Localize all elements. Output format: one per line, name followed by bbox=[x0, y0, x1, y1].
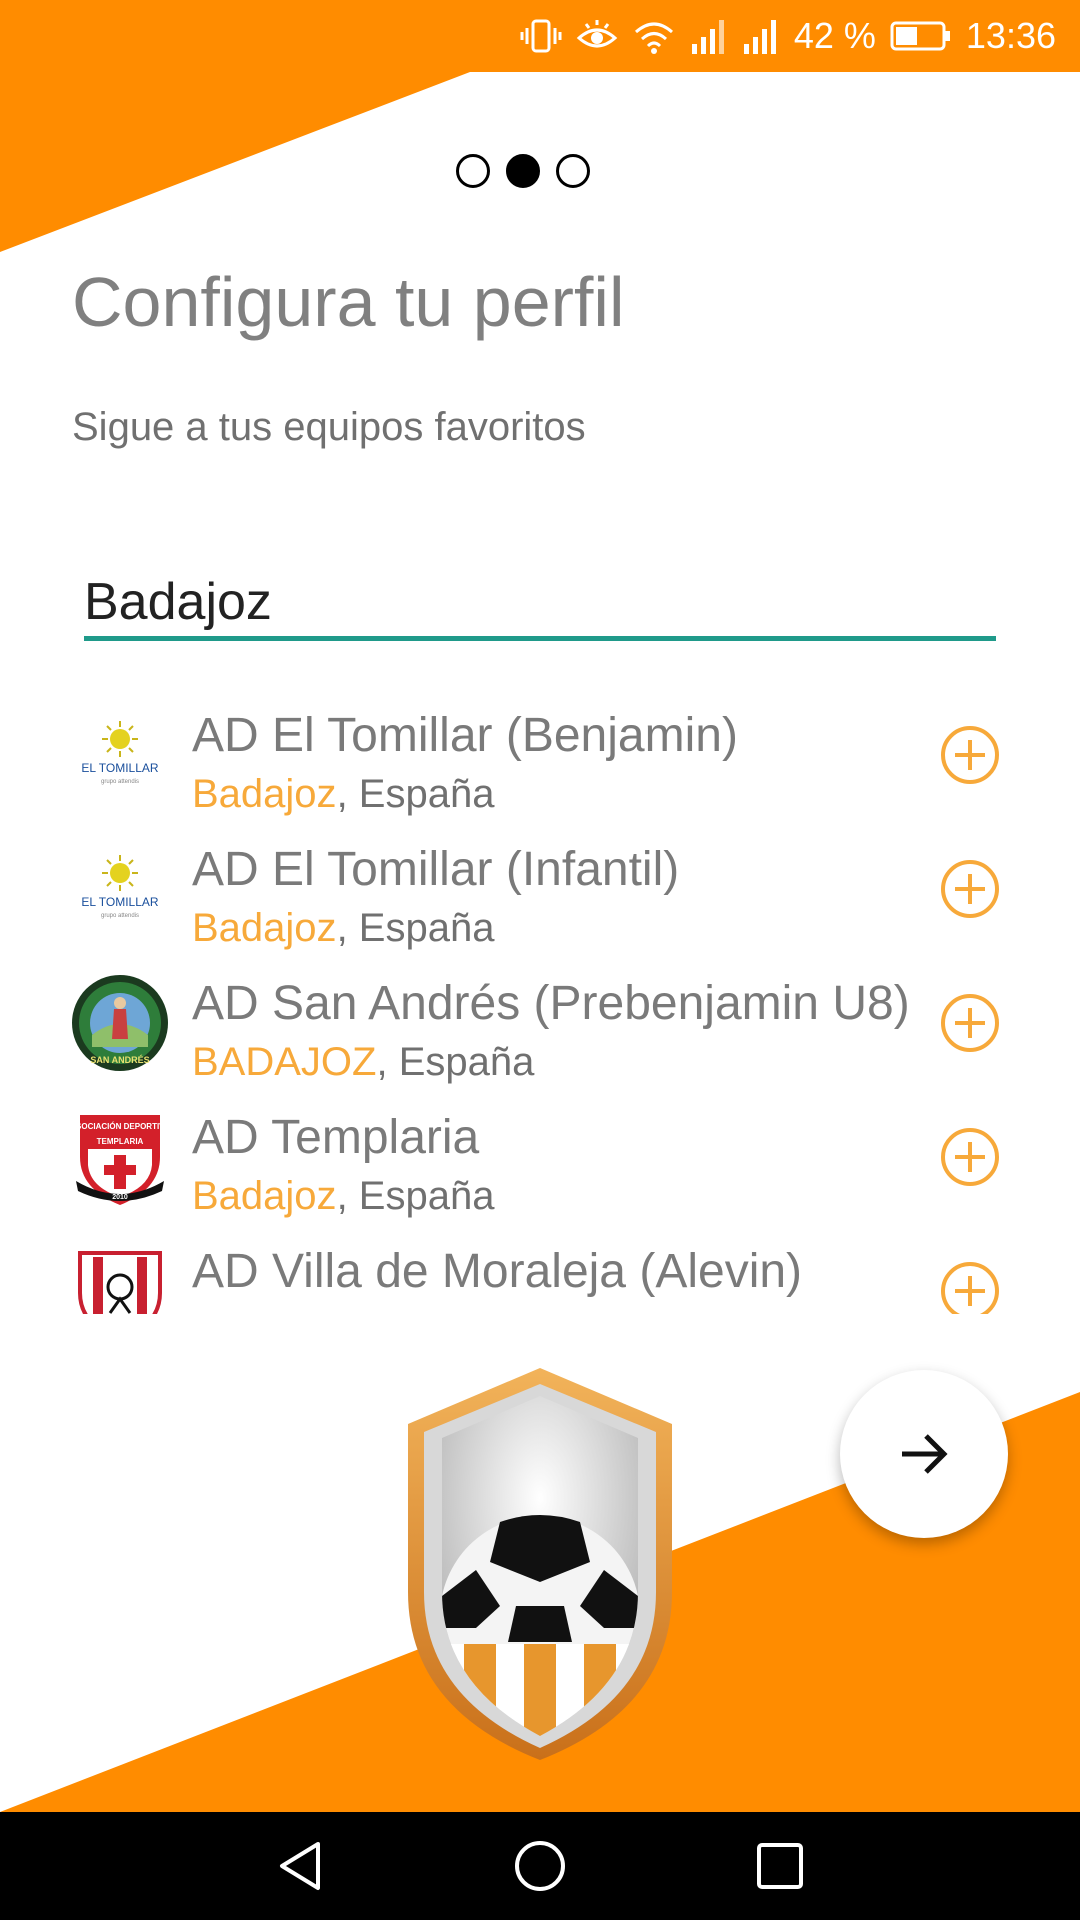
team-city: Badajoz bbox=[192, 906, 337, 950]
team-name: AD Villa de Moraleja (Alevin) bbox=[192, 1245, 803, 1298]
search-input[interactable] bbox=[84, 566, 996, 638]
signal-icon bbox=[743, 20, 776, 54]
team-city: Badajoz bbox=[192, 772, 337, 816]
team-location: Badajoz, España bbox=[192, 906, 494, 951]
status-bar: 42 % 13:36 bbox=[0, 0, 1080, 72]
clock: 13:36 bbox=[965, 15, 1056, 56]
eye-icon bbox=[576, 20, 618, 48]
page-indicator bbox=[456, 154, 590, 188]
crest-ball-illustration bbox=[408, 1368, 672, 1760]
team-location: Badajoz, España bbox=[192, 772, 494, 817]
team-name: AD El Tomillar (Benjamin) bbox=[192, 709, 738, 762]
el-tomillar-logo: EL TOMILLAR grupo attendis bbox=[81, 855, 159, 919]
san-andres-logo: SAN ANDRÉS bbox=[72, 975, 168, 1071]
add-circle-icon[interactable] bbox=[940, 725, 1000, 785]
svg-text:SAN ANDRÉS: SAN ANDRÉS bbox=[90, 1055, 149, 1065]
team-name: AD El Tomillar (Infantil) bbox=[192, 843, 680, 896]
team-country: , España bbox=[376, 1040, 535, 1084]
list-item[interactable]: ASOCIACIÓN DEPORTIVA TEMPLARIA 2010 AD T… bbox=[0, 1090, 1080, 1224]
villa-moraleja-logo bbox=[78, 1251, 162, 1314]
add-circle-icon[interactable] bbox=[940, 993, 1000, 1053]
team-list[interactable]: EL TOMILLAR grupo attendis AD El Tomilla… bbox=[0, 688, 1080, 1314]
team-location: BADAJOZ, España bbox=[192, 1040, 534, 1085]
navigation-bar bbox=[0, 1812, 1080, 1920]
svg-text:ASOCIACIÓN DEPORTIVA: ASOCIACIÓN DEPORTIVA bbox=[70, 1122, 170, 1131]
wifi-icon bbox=[634, 22, 673, 54]
svg-text:grupo attendis: grupo attendis bbox=[101, 779, 139, 785]
list-item[interactable]: AD Villa de Moraleja (Alevin) bbox=[0, 1224, 1080, 1314]
arrow-right-icon bbox=[902, 1434, 948, 1474]
svg-text:EL TOMILLAR: EL TOMILLAR bbox=[81, 895, 158, 909]
back-icon[interactable] bbox=[270, 1836, 330, 1896]
team-city: Badajoz bbox=[192, 1174, 337, 1218]
team-country: , España bbox=[336, 1174, 495, 1218]
page-subtitle: Sigue a tus equipos favoritos bbox=[72, 405, 586, 449]
page-dot-active[interactable] bbox=[506, 154, 540, 188]
svg-text:grupo attendis: grupo attendis bbox=[101, 913, 139, 919]
home-icon[interactable] bbox=[510, 1836, 570, 1896]
battery-icon bbox=[890, 21, 950, 51]
team-country: , España bbox=[336, 772, 495, 816]
svg-text:TEMPLARIA: TEMPLARIA bbox=[97, 1137, 144, 1146]
team-location: Badajoz, España bbox=[192, 1174, 494, 1219]
add-circle-icon[interactable] bbox=[940, 859, 1000, 919]
team-country: , España bbox=[336, 906, 495, 950]
recents-icon[interactable] bbox=[750, 1836, 810, 1896]
next-button[interactable] bbox=[840, 1370, 1008, 1538]
add-circle-icon[interactable] bbox=[940, 1261, 1000, 1314]
list-item[interactable]: EL TOMILLAR grupo attendis AD El Tomilla… bbox=[0, 822, 1080, 956]
team-name: AD San Andrés (Prebenjamin U8) bbox=[192, 977, 910, 1030]
battery-percent: 42 % bbox=[793, 15, 876, 56]
el-tomillar-logo: EL TOMILLAR grupo attendis bbox=[81, 721, 159, 785]
page-dot[interactable] bbox=[456, 154, 490, 188]
add-circle-icon[interactable] bbox=[940, 1127, 1000, 1187]
vibrate-icon bbox=[520, 19, 562, 53]
search-underline bbox=[84, 636, 996, 641]
team-city: BADAJOZ bbox=[192, 1040, 377, 1084]
page-dot[interactable] bbox=[556, 154, 590, 188]
page-title: Configura tu perfil bbox=[72, 263, 625, 341]
templaria-logo: ASOCIACIÓN DEPORTIVA TEMPLARIA 2010 bbox=[70, 1115, 170, 1205]
list-item[interactable]: EL TOMILLAR grupo attendis AD El Tomilla… bbox=[0, 688, 1080, 822]
svg-text:2010: 2010 bbox=[112, 1194, 128, 1201]
team-name: AD Templaria bbox=[192, 1111, 480, 1164]
list-item[interactable]: SAN ANDRÉS AD San Andrés (Prebenjamin U8… bbox=[0, 956, 1080, 1090]
svg-text:EL TOMILLAR: EL TOMILLAR bbox=[81, 761, 158, 775]
signal-icon bbox=[691, 20, 724, 54]
